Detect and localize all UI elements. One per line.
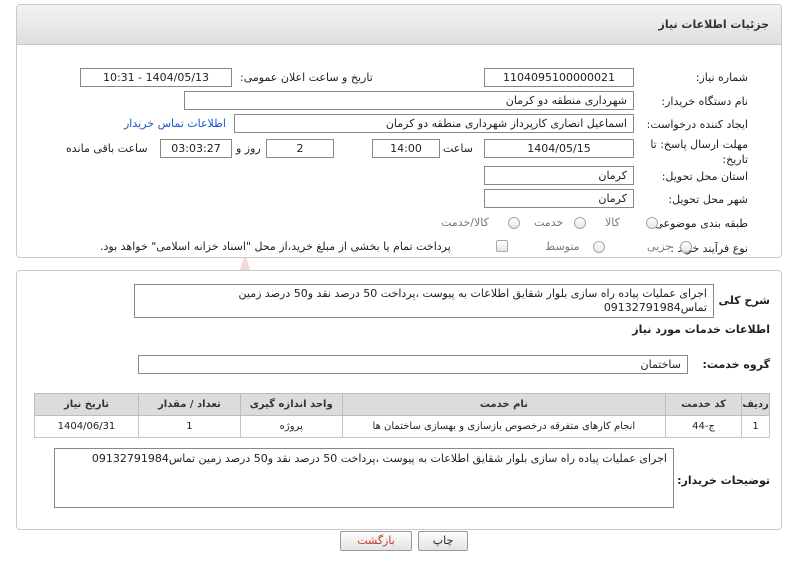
services-section-title: اطلاعات خدمات مورد نیاز: [632, 323, 770, 336]
treasury-payment-checkbox[interactable]: [496, 240, 508, 252]
col-service-name: نام خدمت: [341, 393, 667, 416]
buyer-org-label: نام دستگاه خریدار:: [661, 95, 748, 108]
cell-service-name: انجام کارهای متفرقه درخصوص بازسازی و بهس…: [341, 415, 667, 438]
services-table: ردیف کد خدمت نام خدمت واحد اندازه گیری ت…: [34, 393, 770, 438]
city-field: کرمان: [484, 189, 634, 208]
col-row: ردیف: [741, 393, 770, 416]
city-label: شهر محل تحویل:: [668, 193, 748, 206]
cell-row: 1: [741, 415, 770, 438]
need-number-label: شماره نیاز:: [695, 71, 748, 84]
province-label: استان محل تحویل:: [661, 170, 748, 183]
buyer-notes-label: توضیحات خریدار:: [677, 474, 770, 487]
deadline-date-field: 1404/05/15: [484, 139, 634, 158]
days-field: 2: [266, 139, 334, 158]
summary-text: اجرای عملیات پیاده راه سازی بلوار شقایق …: [134, 284, 714, 318]
requester-field: اسماعیل انصاری کارپرداز شهرداری منطقه دو…: [234, 114, 634, 133]
days-label: روز و: [236, 142, 261, 155]
page-title: جزئیات اطلاعات نیاز: [658, 18, 770, 31]
cell-quantity: 1: [137, 415, 241, 438]
category-mixed-radio[interactable]: [508, 217, 520, 229]
buyer-notes-text: اجرای عملیات پیاده راه سازی بلوار شقایق …: [54, 448, 674, 508]
service-group-label: گروه خدمت:: [702, 358, 770, 371]
col-unit: واحد اندازه گیری: [239, 393, 343, 416]
remaining-label: ساعت باقی مانده: [66, 142, 148, 155]
category-mixed-label: کالا/خدمت: [441, 216, 489, 229]
col-need-date: تاریخ نیاز: [34, 393, 139, 416]
category-service-radio[interactable]: [574, 217, 586, 229]
deadline-label: مهلت ارسال پاسخ: تا: [650, 138, 748, 151]
category-service-label: خدمت: [534, 216, 564, 229]
announce-label: تاریخ و ساعت اعلان عمومی:: [240, 71, 373, 84]
table-header-row: ردیف کد خدمت نام خدمت واحد اندازه گیری ت…: [34, 393, 770, 416]
back-button[interactable]: بازگشت: [340, 531, 412, 551]
category-label: طبقه بندی موضوعی:: [650, 217, 748, 230]
print-button[interactable]: چاپ: [418, 531, 468, 551]
cell-service-code: ج-44: [665, 415, 743, 438]
process-medium-radio[interactable]: [593, 241, 605, 253]
col-quantity: تعداد / مقدار: [137, 393, 241, 416]
category-goods-radio[interactable]: [646, 217, 658, 229]
panel-header: جزئیات اطلاعات نیاز: [17, 5, 781, 45]
process-minor-radio[interactable]: [680, 241, 692, 253]
time-label: ساعت: [443, 142, 473, 155]
requester-label: ایجاد کننده درخواست:: [646, 118, 748, 131]
process-minor-label: جزیی: [647, 240, 673, 253]
announce-field: 1404/05/13 - 10:31: [80, 68, 232, 87]
buyer-contact-link[interactable]: اطلاعات تماس خریدار: [124, 117, 226, 130]
table-row: 1 ج-44 انجام کارهای متفرقه درخصوص بازساز…: [34, 415, 770, 438]
deadline-time-field: 14:00: [372, 139, 440, 158]
category-goods-label: کالا: [605, 216, 620, 229]
province-field: کرمان: [484, 166, 634, 185]
process-medium-label: متوسط: [545, 240, 580, 253]
cell-need-date: 1404/06/31: [34, 415, 139, 438]
payment-note: پرداخت تمام یا بخشی از مبلغ خرید،از محل …: [100, 240, 451, 253]
need-number-field: 1104095100000021: [484, 68, 634, 87]
service-group-field: ساختمان: [138, 355, 688, 374]
buyer-org-field: شهرداری منطقه دو کرمان: [184, 91, 634, 110]
remaining-time-field: 03:03:27: [160, 139, 232, 158]
col-service-code: کد خدمت: [665, 393, 743, 416]
deadline-date-label: تاریخ:: [722, 153, 748, 166]
cell-unit: پروژه: [239, 415, 343, 438]
